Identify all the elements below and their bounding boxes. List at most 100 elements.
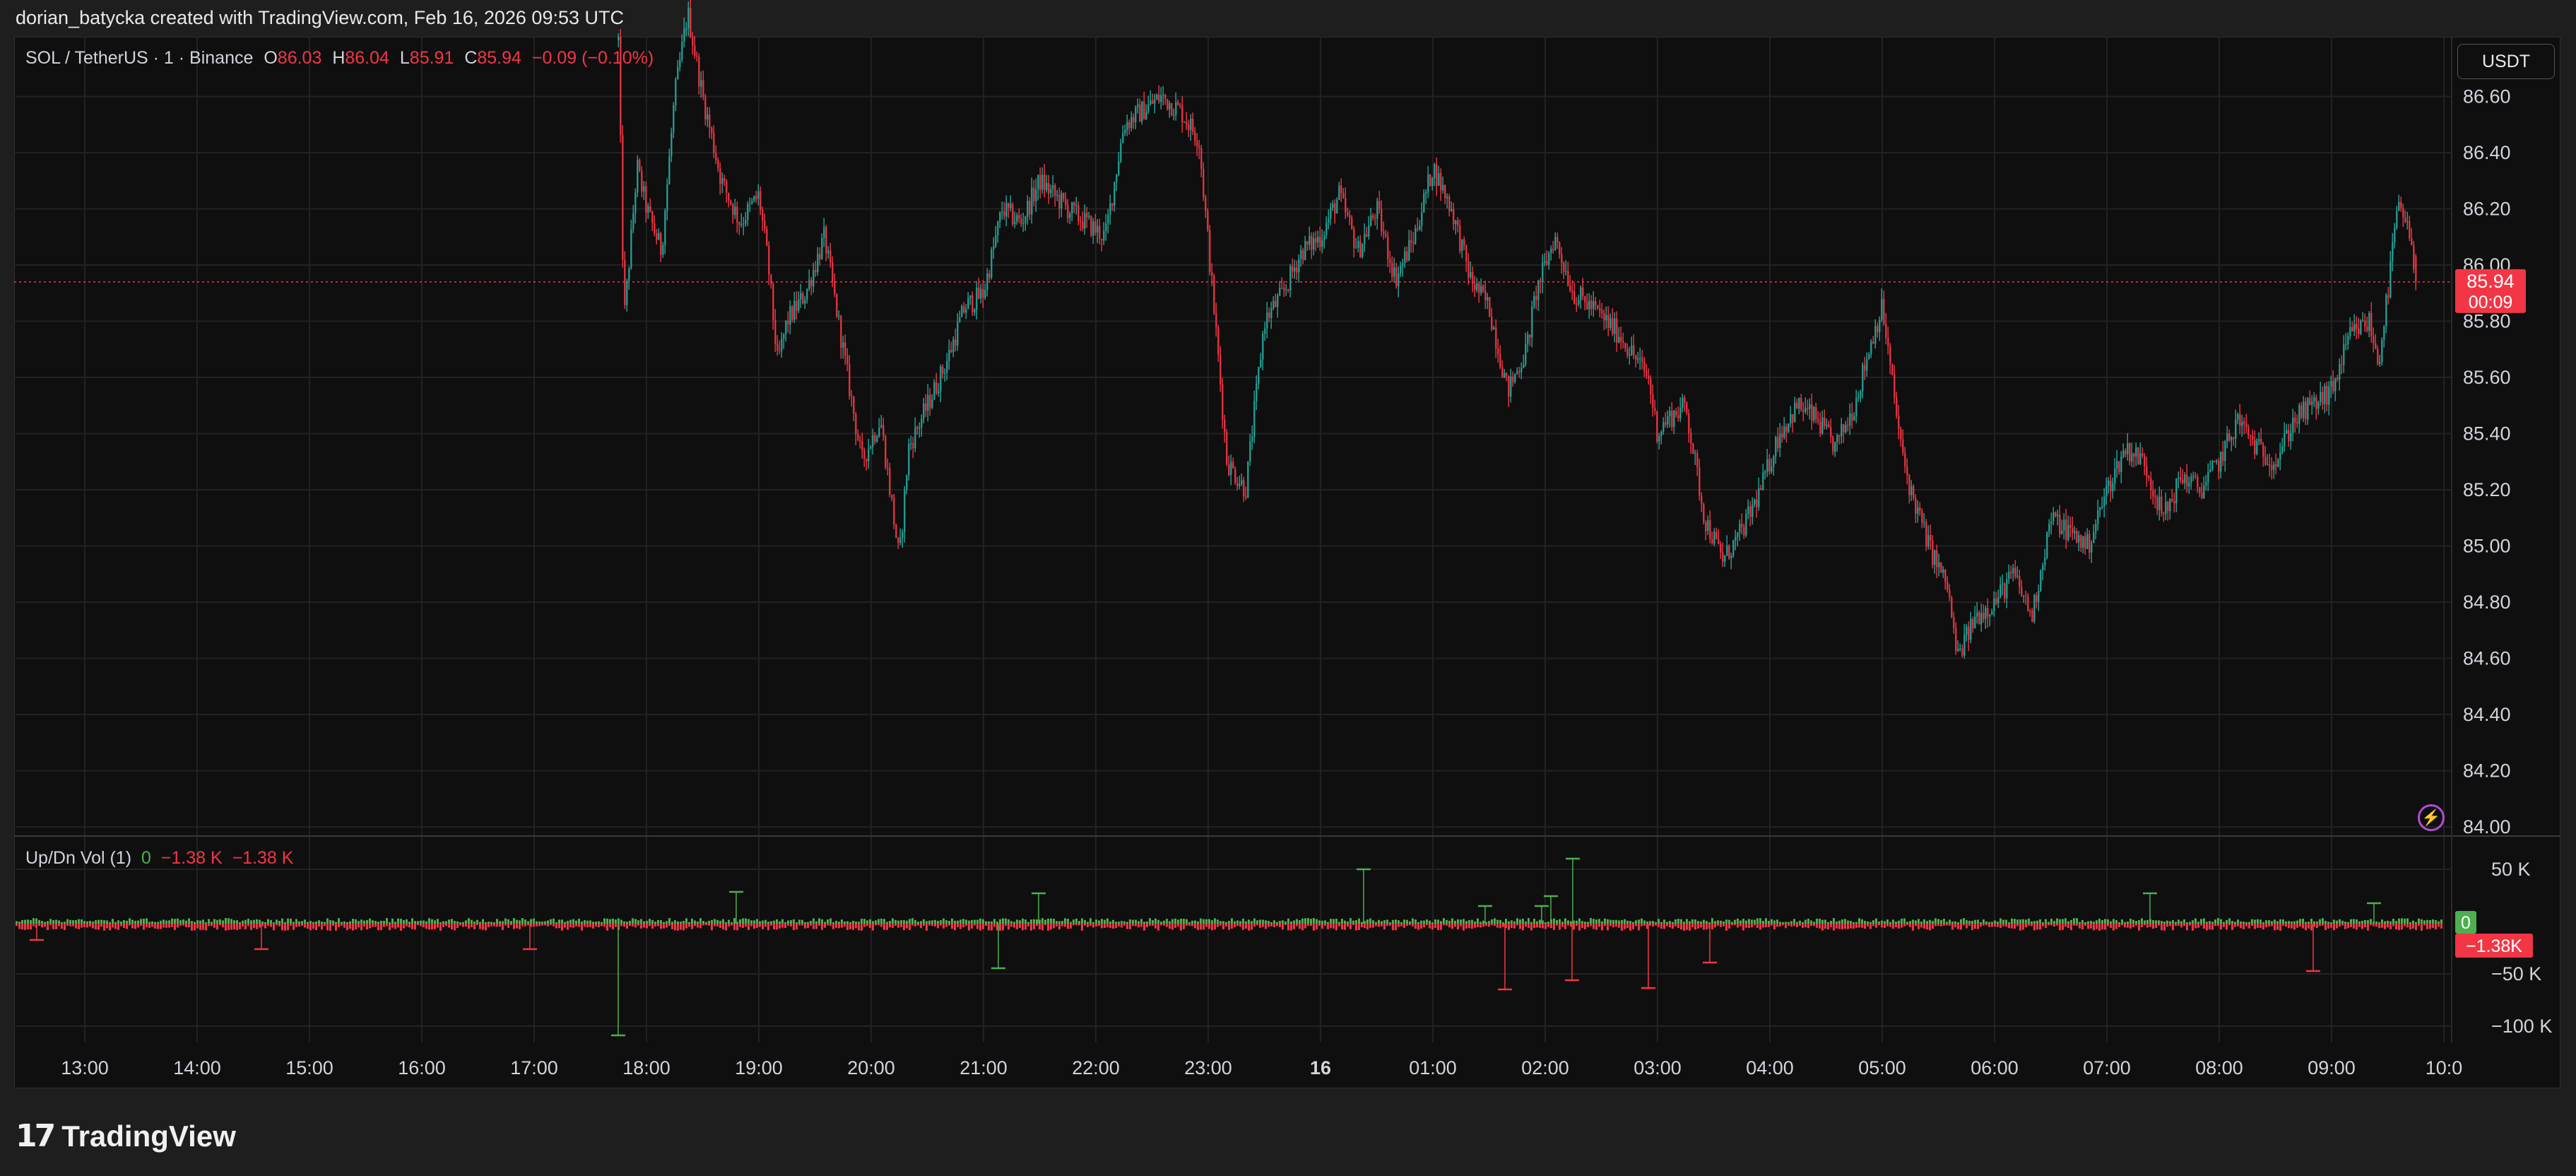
volume-bar-up — [1694, 919, 1696, 924]
candle-body — [1463, 239, 1465, 246]
volume-bar-down — [1248, 924, 1250, 931]
volume-bar-down — [1686, 924, 1688, 930]
volume-bar-up — [1559, 919, 1561, 924]
volume-bar-down — [1559, 924, 1561, 930]
candle-body — [1885, 323, 1887, 338]
candle-body — [1832, 437, 1834, 452]
volume-bar-down — [1282, 924, 1284, 930]
volume-bar-down — [1403, 924, 1405, 928]
volume-bar-down — [1369, 924, 1371, 928]
volume-bar-down — [1598, 924, 1600, 927]
volume-bar-down — [1926, 924, 1928, 930]
candle-body — [1715, 531, 1718, 539]
candle-body — [849, 363, 851, 396]
candle-body — [768, 245, 770, 275]
volume-bar-up — [1920, 921, 1922, 924]
candle-body — [885, 436, 887, 468]
time-tick-label: 22:00 — [1072, 1057, 1120, 1078]
volume-bar-down — [999, 924, 1001, 931]
symbol-label[interactable]: SOL / TetherUS · 1 · Binance — [25, 48, 253, 68]
candle-body — [1679, 408, 1682, 419]
volume-bar-down — [304, 924, 306, 928]
candle-body — [1580, 287, 1582, 300]
volume-bar-down — [355, 924, 357, 930]
volume-bar-up — [1609, 919, 1612, 924]
volume-bar-down — [2022, 924, 2024, 930]
volume-bar-up — [897, 920, 899, 924]
volume-bar-down — [2048, 924, 2050, 926]
lightning-bolt-icon[interactable]: ⚡ — [2418, 804, 2445, 831]
volume-bar-up — [1030, 919, 1032, 924]
volume-bar-up — [620, 919, 622, 924]
candle-body — [1417, 228, 1419, 230]
volume-bar-down — [699, 924, 702, 929]
volume-bar-down — [1279, 924, 1281, 927]
volume-bar-up — [2014, 919, 2016, 924]
volume-bar-down — [476, 924, 478, 926]
volume-bar-down — [1166, 924, 1168, 927]
candle-body — [1126, 122, 1128, 130]
volume-bar-down — [2107, 924, 2109, 927]
volume-indicator-name[interactable]: Up/Dn Vol (1) — [25, 848, 131, 868]
chart-canvas[interactable]: 84.0084.2084.4084.6084.8085.0085.2085.40… — [0, 0, 2576, 1176]
candle-body — [1217, 327, 1219, 355]
volume-bar-up — [2025, 919, 2027, 924]
candle-body — [1444, 184, 1446, 199]
volume-bar-down — [208, 924, 210, 927]
volume-bar-down — [688, 924, 690, 927]
volume-bar-up — [2206, 922, 2208, 924]
volume-bar-down — [1225, 924, 1227, 927]
volume-bar-down — [1674, 924, 1677, 927]
candle-body — [1116, 175, 1118, 182]
volume-bar-down — [1494, 924, 1496, 927]
candle-body — [1139, 104, 1141, 122]
volume-bar-up — [321, 922, 323, 924]
candle-body — [2241, 421, 2243, 426]
volume-bar-down — [2178, 924, 2180, 926]
volume-bar-up — [553, 918, 555, 924]
volume-bar-up — [1479, 922, 1482, 924]
volume-bar-down — [1573, 924, 1575, 930]
candle-body — [1366, 234, 1368, 237]
volume-bar-up — [284, 922, 286, 924]
volume-bar-up — [406, 919, 408, 924]
volume-bar-down — [202, 924, 204, 930]
volume-bar-up — [2076, 918, 2078, 924]
volume-bar-up — [1163, 920, 1165, 924]
volume-bar-down — [2282, 924, 2284, 926]
volume-bar-down — [1482, 924, 1484, 927]
volume-bar-up — [2175, 922, 2177, 924]
candle-body — [800, 293, 802, 300]
candle-body — [1728, 546, 1730, 559]
volume-bar-up — [538, 921, 540, 924]
volume-bar-up — [1129, 919, 1131, 924]
currency-button[interactable]: USDT — [2457, 44, 2555, 79]
candle-body — [931, 399, 933, 408]
volume-bar-up — [1830, 920, 1832, 924]
volume-bar-down — [1242, 924, 1244, 930]
volume-bar-down — [66, 924, 69, 926]
candle-body — [776, 343, 779, 351]
volume-bar-down — [1788, 924, 1790, 926]
volume-bar-up — [482, 919, 484, 924]
volume-bar-up — [1321, 920, 1323, 924]
candle-body — [2167, 501, 2169, 511]
volume-bar-down — [1154, 924, 1157, 929]
candle-body — [2375, 343, 2377, 349]
volume-bar-down — [428, 924, 430, 930]
candle-body — [747, 204, 749, 220]
volume-bar-up — [1208, 919, 1210, 924]
tradingview-logo[interactable]: 17 TradingView — [16, 1118, 236, 1154]
candle-body — [1285, 289, 1287, 290]
candle-body — [1124, 129, 1126, 134]
candle-body — [1067, 204, 1069, 218]
volume-bar-down — [1954, 924, 1956, 928]
volume-bar-down — [1188, 924, 1190, 926]
volume-bar-down — [897, 924, 899, 928]
candle-body — [1097, 225, 1099, 233]
candle-body — [2226, 433, 2228, 442]
candle-body — [1910, 486, 1913, 495]
volume-bar-down — [1519, 924, 1521, 929]
candle-body — [702, 80, 704, 97]
candle-body — [1595, 301, 1597, 305]
